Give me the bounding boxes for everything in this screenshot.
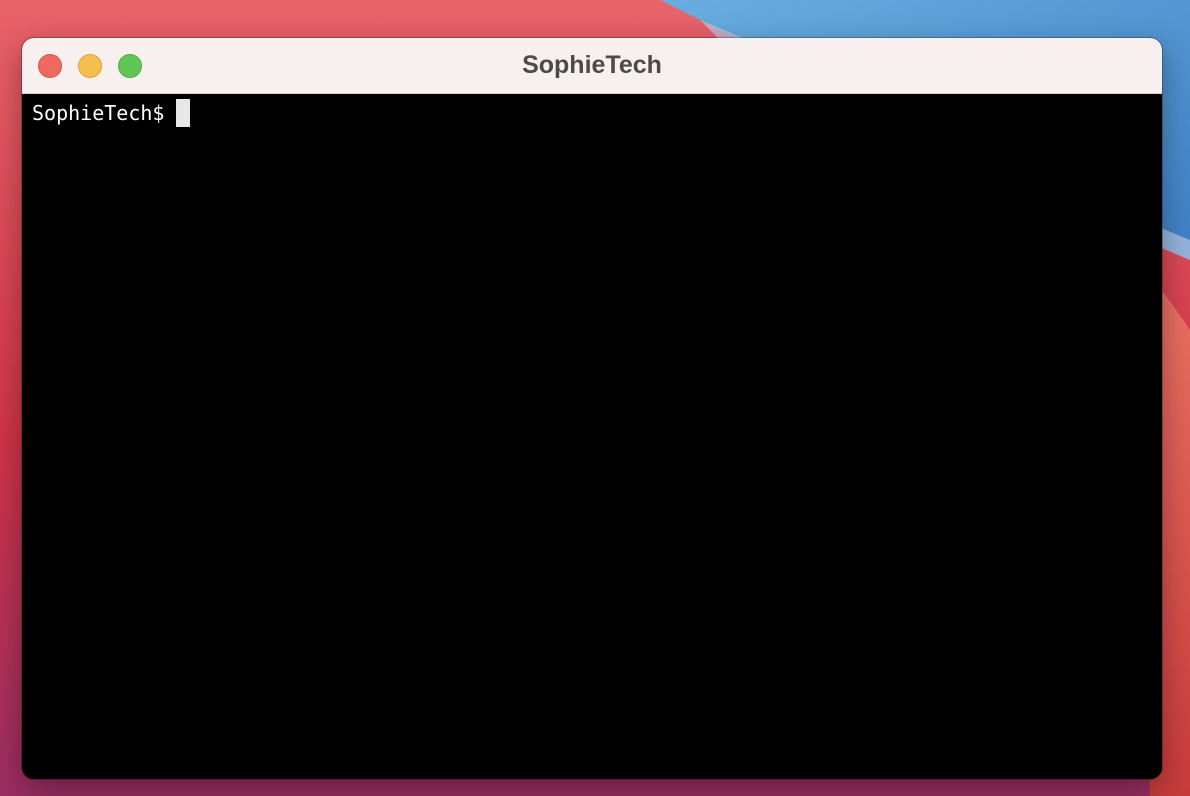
prompt-line: SophieTech$: [32, 99, 191, 127]
title-bar[interactable]: SophieTech: [22, 38, 1162, 94]
window-title: SophieTech: [522, 51, 662, 79]
text-cursor: [176, 99, 191, 127]
terminal-window: SophieTech SophieTech$: [22, 38, 1162, 779]
shell-prompt: SophieTech$: [32, 101, 165, 125]
terminal-area[interactable]: SophieTech$: [22, 94, 1162, 779]
